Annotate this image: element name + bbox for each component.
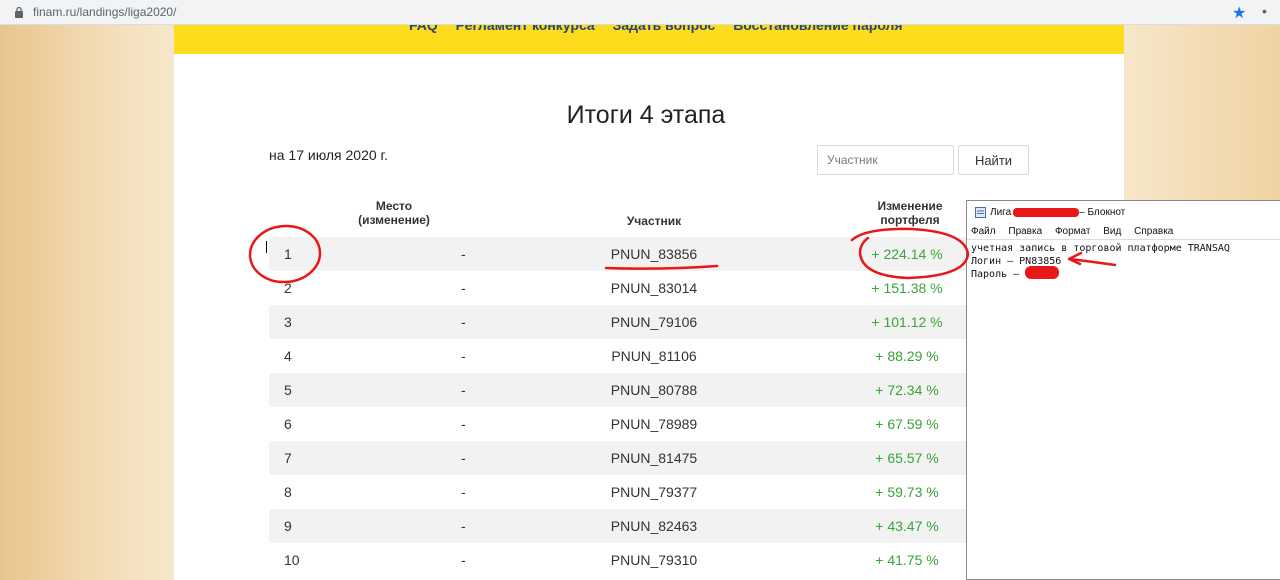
notepad-window[interactable]: Лига – Блокнот Файл Правка Формат Вид Спр… xyxy=(966,200,1280,580)
portfolio-change-cell: + 224.14 % xyxy=(871,246,943,262)
column-header-portfolio-change: Изменение портфеля xyxy=(877,199,943,227)
place-change-cell: - xyxy=(461,416,466,432)
menu-view[interactable]: Вид xyxy=(1103,226,1121,237)
nav-link-password-recovery[interactable]: Восстановление пароля xyxy=(733,25,902,33)
participant-cell: PNUN_78989 xyxy=(610,416,698,432)
table-row: 2 - PNUN_83014 + 151.38 % xyxy=(269,271,969,305)
participant-cell: PNUN_81475 xyxy=(610,450,698,466)
place-change-cell: - xyxy=(461,348,466,364)
portfolio-change-cell: + 67.59 % xyxy=(875,416,939,432)
place-change-cell: - xyxy=(461,280,466,296)
notepad-icon xyxy=(975,207,986,218)
table-row: 6 - PNUN_78989 + 67.59 % xyxy=(269,407,969,441)
menu-edit[interactable]: Правка xyxy=(1008,226,1042,237)
portfolio-change-cell: + 88.29 % xyxy=(875,348,939,364)
notepad-line: Пароль – xyxy=(971,269,1020,280)
menu-file[interactable]: Файл xyxy=(971,226,996,237)
table-row: 4 - PNUN_81106 + 88.29 % xyxy=(269,339,969,373)
table-row: 9 - PNUN_82463 + 43.47 % xyxy=(269,509,969,543)
place-cell: 2 xyxy=(284,280,292,296)
bookmark-star-icon[interactable]: ★ xyxy=(1232,3,1246,23)
portfolio-change-cell: + 151.38 % xyxy=(871,280,943,296)
place-change-cell: - xyxy=(461,246,466,262)
table-row: 8 - PNUN_79377 + 59.73 % xyxy=(269,475,969,509)
participant-cell: PNUN_79106 xyxy=(610,314,698,330)
nav-link-rules[interactable]: Регламент конкурса xyxy=(456,25,595,33)
participant-cell: PNUN_83856 xyxy=(610,246,698,262)
search-button[interactable]: Найти xyxy=(958,145,1029,175)
table-row: 10 - PNUN_79310 + 41.75 % xyxy=(269,543,969,577)
column-header-place: Место (изменение) xyxy=(358,199,430,227)
portfolio-change-cell: + 72.34 % xyxy=(875,382,939,398)
participant-cell: PNUN_79310 xyxy=(610,552,698,568)
nav-link-faq[interactable]: FAQ xyxy=(409,25,438,33)
menu-format[interactable]: Формат xyxy=(1055,226,1091,237)
table-row: 7 - PNUN_81475 + 65.57 % xyxy=(269,441,969,475)
notepad-divider xyxy=(967,239,1280,240)
participant-search-input[interactable] xyxy=(817,145,954,175)
place-cell: 7 xyxy=(284,450,292,466)
table-row: 1 - PNUN_83856 + 224.14 % xyxy=(269,237,969,271)
place-cell: 6 xyxy=(284,416,292,432)
portfolio-change-cell: + 59.73 % xyxy=(875,484,939,500)
redaction-mark xyxy=(1013,208,1079,217)
participant-cell: PNUN_82463 xyxy=(610,518,698,534)
browser-address-bar[interactable]: finam.ru/landings/liga2020/ ★ • xyxy=(0,0,1280,25)
lock-icon xyxy=(15,6,23,18)
place-cell: 8 xyxy=(284,484,292,500)
place-cell: 10 xyxy=(284,552,300,568)
notepad-line: Логин – PN83856 xyxy=(971,256,1062,267)
place-cell: 5 xyxy=(284,382,292,398)
participant-cell: PNUN_81106 xyxy=(611,348,697,364)
nav-link-ask-question[interactable]: Задать вопрос xyxy=(613,25,716,33)
place-change-cell: - xyxy=(461,484,466,500)
participant-cell: PNUN_80788 xyxy=(610,382,698,398)
place-cell: 3 xyxy=(284,314,292,330)
participant-cell: PNUN_79377 xyxy=(610,484,698,500)
text-caret xyxy=(266,241,267,253)
place-cell: 9 xyxy=(284,518,292,534)
notepad-line: учетная запись в торговой платформе TRAN… xyxy=(971,243,1230,254)
place-change-cell: - xyxy=(461,314,466,330)
page-title: Итоги 4 этапа xyxy=(566,101,726,129)
notepad-menu-bar: Файл Правка Формат Вид Справка xyxy=(971,226,1183,237)
portfolio-change-cell: + 43.47 % xyxy=(875,518,939,534)
url-text[interactable]: finam.ru/landings/liga2020/ xyxy=(33,5,176,19)
notepad-titlebar[interactable]: Лига – Блокнот xyxy=(967,201,1280,223)
menu-help[interactable]: Справка xyxy=(1134,226,1173,237)
portfolio-change-cell: + 101.12 % xyxy=(871,314,943,330)
place-cell: 4 xyxy=(284,348,292,364)
column-header-participant: Участник xyxy=(626,214,682,228)
table-row: 5 - PNUN_80788 + 72.34 % xyxy=(269,373,969,407)
password-redaction-mark xyxy=(1025,266,1059,279)
notepad-text-area[interactable]: учетная запись в торговой платформе TRAN… xyxy=(971,242,1230,281)
top-navigation: FAQ Регламент конкурса Задать вопрос Вос… xyxy=(174,25,1124,54)
portfolio-change-cell: + 65.57 % xyxy=(875,450,939,466)
place-change-cell: - xyxy=(461,382,466,398)
participant-cell: PNUN_83014 xyxy=(610,280,698,296)
place-change-cell: - xyxy=(461,518,466,534)
table-row: 3 - PNUN_79106 + 101.12 % xyxy=(269,305,969,339)
place-change-cell: - xyxy=(461,450,466,466)
menu-dots-icon[interactable]: • xyxy=(1262,3,1267,19)
place-change-cell: - xyxy=(461,552,466,568)
place-cell: 1 xyxy=(284,246,292,262)
results-date: на 17 июля 2020 г. xyxy=(269,147,388,163)
portfolio-change-cell: + 41.75 % xyxy=(875,552,939,568)
